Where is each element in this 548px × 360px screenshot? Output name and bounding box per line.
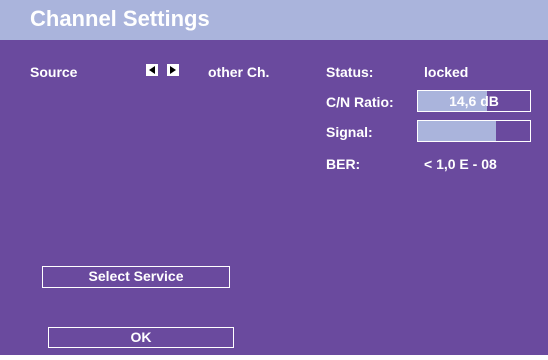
signal-meter [417, 120, 531, 142]
signal-fill [418, 121, 497, 141]
status-value: locked [424, 64, 469, 80]
cn-ratio-label: C/N Ratio: [326, 94, 394, 110]
source-value: other Ch. [208, 64, 270, 80]
status-label: Status: [326, 64, 374, 80]
ber-value: < 1,0 E - 08 [424, 156, 497, 172]
source-prev-button[interactable] [146, 64, 158, 76]
ok-button[interactable]: OK [48, 327, 234, 348]
cn-ratio-value: 14,6 dB [449, 93, 499, 109]
ber-label: BER: [326, 156, 361, 172]
triangle-left-icon [149, 66, 155, 74]
source-label: Source [30, 64, 78, 80]
triangle-right-icon [170, 66, 176, 74]
select-service-button[interactable]: Select Service [42, 266, 230, 288]
channel-settings-screen: Channel Settings Source other Ch. Status… [0, 0, 548, 355]
title-bar: Channel Settings [0, 0, 548, 40]
signal-label: Signal: [326, 124, 373, 140]
source-next-button[interactable] [167, 64, 179, 76]
page-title: Channel Settings [30, 6, 210, 31]
cn-ratio-meter: 14,6 dB [417, 90, 531, 112]
